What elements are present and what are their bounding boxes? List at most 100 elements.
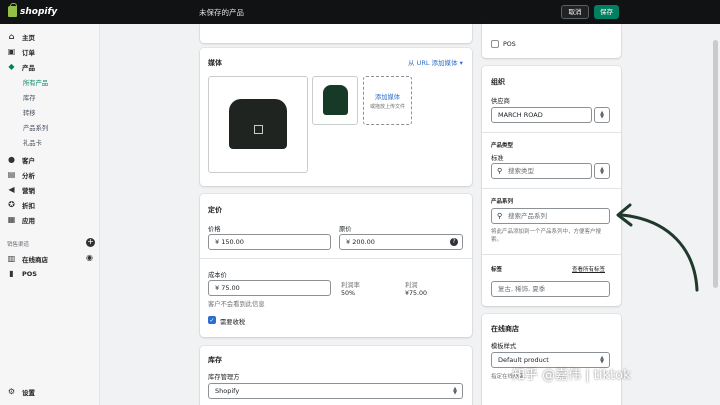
select-arrows-icon: ▲ ▼	[600, 110, 604, 120]
vendor-label: 供应商	[491, 98, 510, 105]
sidebar-subitem-inventory[interactable]: 库存	[23, 93, 36, 102]
margin-label: 利润率	[341, 282, 360, 289]
sidebar-item-orders[interactable]: ▣ 订单	[7, 47, 35, 58]
pricing-card	[200, 194, 472, 337]
compare-price-label: 原价	[339, 226, 352, 233]
analytics-icon: ▤	[7, 170, 16, 179]
charge-tax-label: 需要收税	[220, 319, 246, 326]
pos-channel-label: POS	[503, 41, 516, 48]
cost-input[interactable]: ¥ 75.00	[208, 280, 331, 296]
sidebar-item-pos[interactable]: ▮ POS	[7, 269, 37, 278]
tag-icon: ◆	[8, 62, 15, 71]
org-divider-1	[482, 132, 621, 133]
orders-icon: ▣	[7, 47, 16, 56]
pos-icon: ▮	[9, 268, 14, 278]
sidebar-item-label: POS	[22, 269, 37, 278]
product-type-label: 标准	[491, 155, 504, 162]
sidebar-item-label: 客户	[22, 157, 35, 165]
collections-heading: 产品系列	[491, 199, 514, 205]
sidebar-item-customers[interactable]: ● 客户	[7, 155, 35, 166]
product-type-placeholder: 搜索类型	[508, 167, 534, 175]
select-arrows-icon: ▲ ▼	[453, 386, 457, 396]
sidebar-item-analytics[interactable]: ▤ 分析	[7, 170, 35, 181]
charge-tax-checkbox[interactable]: ✓	[208, 316, 216, 324]
marketing-icon: ◀	[8, 185, 15, 194]
template-label: 模板样式	[491, 343, 517, 350]
product-type-search[interactable]: ⚲ 搜索类型	[491, 163, 592, 179]
discount-icon: ✪	[8, 200, 15, 209]
media-thumbnail[interactable]	[312, 76, 358, 125]
sidebar-item-settings[interactable]: ⚙ 设置	[7, 387, 35, 398]
sales-channels-heading: 销售渠道	[7, 242, 30, 248]
compare-price-input[interactable]: ¥ 200.00 ?	[339, 234, 463, 250]
sidebar-item-home[interactable]: ⌂ 主页	[7, 32, 35, 43]
media-main-image[interactable]	[208, 76, 308, 173]
sidebar-subitem-all-products[interactable]: 所有产品	[23, 78, 48, 87]
add-channel-icon[interactable]: +	[86, 238, 95, 247]
sidebar-item-label: 主页	[22, 34, 35, 42]
vendor-input[interactable]: MARCH ROAD	[491, 107, 592, 123]
profit-value: ¥75.00	[405, 290, 428, 297]
description-card-tail	[200, 24, 472, 43]
add-media-link[interactable]: 添加媒体	[364, 92, 411, 101]
save-button[interactable]: 保存	[594, 5, 619, 19]
template-value: Default product	[498, 356, 549, 364]
sidebar-item-label: 订单	[22, 49, 35, 57]
vendor-select-button[interactable]: ▲ ▼	[594, 107, 610, 123]
pricing-title: 定价	[208, 206, 222, 214]
sidebar-item-discounts[interactable]: ✪ 折扣	[7, 200, 35, 211]
media-title: 媒体	[208, 59, 222, 67]
add-media-hint: 或拖放上传文件	[369, 104, 405, 110]
sidebar-item-marketing[interactable]: ◀ 营销	[7, 185, 35, 196]
inventory-title: 库存	[208, 356, 222, 364]
home-icon: ⌂	[8, 32, 15, 41]
collections-hint: 将此产品添加到一个产品系列中，方便客户搜索。	[491, 229, 602, 243]
cost-hint: 客户不会看到此信息	[208, 301, 265, 308]
compare-price-value: ¥ 200.00	[346, 238, 375, 246]
sidebar-item-label: 设置	[22, 389, 35, 397]
cost-label: 成本价	[208, 272, 227, 279]
cancel-button[interactable]: 取消	[561, 5, 589, 19]
select-arrows-icon: ▲ ▼	[600, 166, 604, 176]
annotation-arrow	[616, 203, 699, 292]
price-input[interactable]: ¥ 150.00	[208, 234, 331, 250]
tags-placeholder: 复古, 稀饰, 夏季	[498, 285, 546, 293]
price-label: 价格	[208, 226, 221, 233]
sidebar: ⌂ 主页 ▣ 订单 ◆ 产品 所有产品 库存 转移 产品系列 礼品卡 ● 客户 …	[0, 24, 100, 405]
logo-text: shopify	[20, 6, 58, 17]
product-type-select-button[interactable]: ▲ ▼	[594, 163, 610, 179]
sidebar-item-label: 折扣	[22, 202, 35, 210]
select-arrows-icon: ▲ ▼	[600, 355, 604, 365]
inventory-manager-label: 库存管理方	[208, 374, 240, 381]
margin-value: 50%	[341, 290, 355, 297]
sidebar-subitem-transfers[interactable]: 转移	[23, 108, 36, 117]
organization-title: 组织	[491, 78, 505, 86]
search-icon: ⚲	[497, 167, 503, 175]
add-media-dropzone[interactable]: 添加媒体 或拖放上传文件	[363, 76, 412, 125]
sidebar-item-label: 应用	[22, 217, 35, 225]
pos-checkbox[interactable]	[491, 40, 499, 48]
sidebar-subitem-collections[interactable]: 产品系列	[23, 123, 48, 132]
help-icon[interactable]: ?	[450, 238, 458, 246]
sidebar-item-label: 营销	[22, 187, 35, 195]
profit-label: 利润	[405, 282, 418, 289]
sidebar-item-label: 产品	[22, 64, 35, 72]
tags-input[interactable]: 复古, 稀饰, 夏季	[491, 281, 610, 297]
add-media-from-url-link[interactable]: 从 URL 添加媒体 ▾	[408, 57, 463, 67]
watermark: 知乎 @嘉伟 | tiktok	[512, 368, 631, 383]
product-type-heading: 产品类型	[491, 143, 514, 149]
eye-icon[interactable]: ◉	[86, 253, 93, 262]
shopify-logo[interactable]: shopify	[8, 3, 58, 17]
inventory-manager-select[interactable]: Shopify ▲ ▼	[208, 383, 463, 399]
sidebar-item-products[interactable]: ◆ 产品	[7, 62, 35, 73]
customers-icon: ●	[8, 155, 15, 164]
collections-search[interactable]: ⚲ 搜索产品系列	[491, 208, 610, 224]
sidebar-subitem-gift-cards[interactable]: 礼品卡	[23, 138, 42, 147]
sidebar-item-online-store[interactable]: ▥ 在线商店	[7, 254, 48, 265]
org-divider-2	[482, 188, 621, 189]
scrollbar-thumb[interactable]	[713, 40, 718, 288]
beanie-image	[229, 99, 287, 149]
unsaved-product-title: 未保存的产品	[199, 8, 244, 17]
online-store-title: 在线商店	[491, 325, 519, 333]
sidebar-item-apps[interactable]: ▦ 应用	[7, 215, 35, 226]
